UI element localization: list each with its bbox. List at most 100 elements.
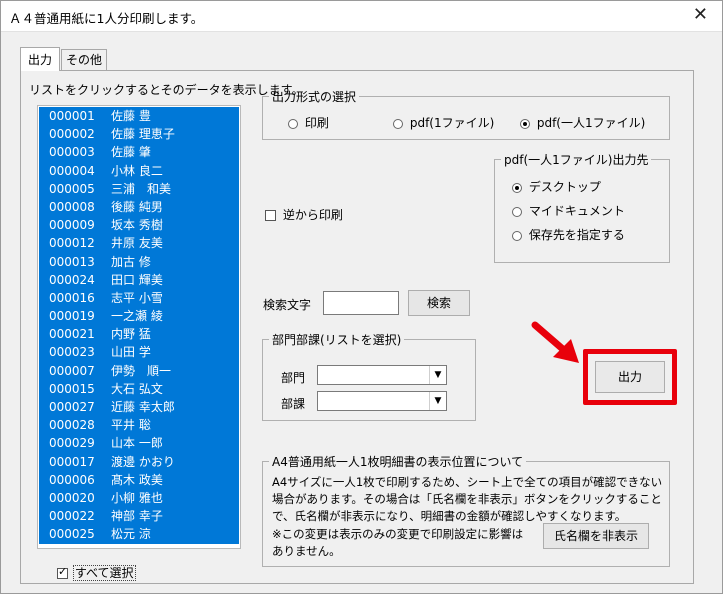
hide-name-column-button[interactable]: 氏名欄を非表示 bbox=[543, 523, 649, 549]
radio-print[interactable]: 印刷 bbox=[288, 114, 329, 131]
window-title: Ａ４普通用紙に1人分印刷します。 bbox=[9, 11, 204, 26]
display-position-note: ※この変更は表示のみの変更で印刷設定に影響はありません。 bbox=[272, 527, 524, 558]
radio-pdf-single-label: pdf(1ファイル) bbox=[409, 116, 495, 130]
employee-code: 000021 bbox=[49, 327, 95, 342]
employee-name: 佐藤 豊 bbox=[111, 109, 151, 123]
chevron-down-icon[interactable]: ▼ bbox=[429, 392, 446, 410]
list-item[interactable]: 000020 小柳 雅也 bbox=[39, 489, 239, 507]
employee-code: 000023 bbox=[49, 345, 95, 360]
employee-code: 000009 bbox=[49, 218, 95, 233]
list-item[interactable]: 000007 伊勢 順一 bbox=[39, 362, 239, 380]
radio-print-button[interactable] bbox=[288, 118, 298, 129]
employee-code: 000017 bbox=[49, 454, 95, 469]
list-item[interactable]: 000027 近藤 幸太郎 bbox=[39, 398, 239, 416]
search-label: 検索文字 bbox=[263, 298, 312, 312]
dept-label: 部門 bbox=[281, 371, 306, 385]
list-item[interactable]: 000004 小林 良二 bbox=[39, 162, 239, 180]
employee-name: 平井 聡 bbox=[111, 418, 151, 433]
list-item[interactable]: 000013 加古 修 bbox=[39, 253, 239, 271]
list-item[interactable]: 000003 佐藤 肇 bbox=[39, 143, 239, 161]
employee-name: 伊勢 順一 bbox=[111, 363, 172, 378]
radio-mydocuments-label: マイドキュメント bbox=[528, 204, 625, 218]
employee-code: 000016 bbox=[49, 290, 95, 305]
employee-code: 000003 bbox=[49, 145, 95, 160]
employee-name: 三浦 和美 bbox=[111, 181, 172, 196]
list-item[interactable]: 000024 田口 輝美 bbox=[39, 271, 239, 289]
section-select[interactable]: ▼ bbox=[317, 391, 447, 411]
list-item[interactable]: 000001 佐藤 豊 bbox=[39, 107, 239, 125]
employee-code: 000019 bbox=[49, 309, 95, 324]
employee-code: 000029 bbox=[49, 436, 95, 451]
list-item[interactable]: 000021 内野 猛 bbox=[39, 325, 239, 343]
radio-desktop-button[interactable] bbox=[512, 182, 522, 193]
radio-desktop[interactable]: デスクトップ bbox=[512, 178, 601, 195]
employee-code: 000006 bbox=[49, 472, 95, 487]
list-item[interactable]: 000015 大石 弘文 bbox=[39, 380, 239, 398]
employee-listbox[interactable]: 000001 佐藤 豊 000002 佐藤 理恵子 000003 佐藤 肇 000004 小林… bbox=[37, 105, 241, 549]
list-item[interactable]: 000016 志平 小雪 bbox=[39, 289, 239, 307]
reverse-print[interactable]: 逆から印刷 bbox=[265, 206, 343, 223]
display-position-legend: A4普通用紙一人1枚明細書の表示位置について bbox=[272, 455, 524, 469]
search-input[interactable] bbox=[323, 291, 399, 315]
employee-name: 神部 幸子 bbox=[111, 509, 163, 524]
employee-name: 近藤 幸太郎 bbox=[111, 400, 175, 414]
employee-code: 000024 bbox=[49, 272, 95, 287]
select-all-checkbox[interactable] bbox=[57, 565, 68, 579]
employee-code: 000015 bbox=[49, 381, 95, 396]
employee-name: 加古 修 bbox=[111, 254, 151, 269]
display-position-text: A4サイズに一人1枚で印刷するため、シート上で全ての項目が確認できない場合があり… bbox=[272, 475, 663, 523]
list-item[interactable]: 000002 佐藤 理恵子 bbox=[39, 125, 239, 143]
close-icon[interactable]: ✕ bbox=[693, 4, 708, 25]
list-item[interactable]: 000023 山田 学 bbox=[39, 343, 239, 361]
radio-pdf-each-label: pdf(一人1ファイル) bbox=[536, 116, 646, 130]
list-item[interactable]: 000019 一之瀬 綾 bbox=[39, 307, 239, 325]
employee-name: 小柳 雅也 bbox=[111, 490, 163, 505]
radio-choose-folder[interactable]: 保存先を指定する bbox=[512, 226, 625, 243]
employee-code: 000022 bbox=[49, 509, 95, 524]
employee-code: 000025 bbox=[49, 527, 95, 542]
radio-mydocuments-button[interactable] bbox=[512, 206, 522, 217]
radio-pdf-each-button[interactable] bbox=[520, 118, 530, 129]
dept-select-value bbox=[318, 368, 321, 382]
chevron-down-icon[interactable]: ▼ bbox=[429, 366, 446, 384]
red-arrow-icon bbox=[531, 321, 579, 363]
employee-name: 松元 涼 bbox=[111, 527, 151, 542]
list-item[interactable]: 000006 髙木 政美 bbox=[39, 471, 239, 489]
list-item[interactable]: 000009 坂本 秀樹 bbox=[39, 216, 239, 234]
list-item[interactable]: 000029 山本 一郎 bbox=[39, 434, 239, 452]
employee-code: 000002 bbox=[49, 127, 95, 142]
employee-name: 坂本 秀樹 bbox=[111, 218, 163, 233]
reverse-print-label: 逆から印刷 bbox=[282, 208, 343, 222]
list-item[interactable]: 000012 井原 友美 bbox=[39, 234, 239, 252]
search-button[interactable]: 検索 bbox=[408, 290, 470, 316]
reverse-print-checkbox[interactable] bbox=[265, 210, 276, 221]
employee-code: 000001 bbox=[49, 109, 95, 123]
dialog-window: Ａ４普通用紙に1人分印刷します。 ✕ 出力 その他 リストをクリックするとそのデ… bbox=[0, 0, 723, 594]
employee-code: 000028 bbox=[49, 418, 95, 433]
tab-other[interactable]: その他 bbox=[61, 49, 107, 70]
employee-name: 一之瀬 綾 bbox=[111, 309, 163, 324]
radio-desktop-label: デスクトップ bbox=[528, 180, 601, 194]
list-item[interactable]: 000022 神部 幸子 bbox=[39, 507, 239, 525]
radio-mydocuments[interactable]: マイドキュメント bbox=[512, 202, 625, 219]
list-item[interactable]: 000028 平井 聡 bbox=[39, 416, 239, 434]
select-all[interactable]: すべて選択 bbox=[57, 564, 136, 581]
employee-code: 000007 bbox=[49, 363, 95, 378]
radio-pdf-each[interactable]: pdf(一人1ファイル) bbox=[520, 114, 645, 131]
dept-select[interactable]: ▼ bbox=[317, 365, 447, 385]
employee-name: 後藤 純男 bbox=[111, 199, 163, 214]
employee-code: 000027 bbox=[49, 400, 95, 414]
radio-pdf-single[interactable]: pdf(1ファイル) bbox=[393, 114, 494, 131]
radio-choose-folder-button[interactable] bbox=[512, 230, 522, 241]
radio-pdf-single-button[interactable] bbox=[393, 118, 403, 129]
list-item[interactable]: 000008 後藤 純男 bbox=[39, 198, 239, 216]
list-item[interactable]: 000005 三浦 和美 bbox=[39, 180, 239, 198]
list-item[interactable]: 000025 松元 涼 bbox=[39, 525, 239, 543]
list-item[interactable]: 000017 渡邊 かおり bbox=[39, 453, 239, 471]
employee-code: 000008 bbox=[49, 199, 95, 214]
employee-code: 000004 bbox=[49, 163, 95, 178]
employee-name: 田口 輝美 bbox=[111, 272, 163, 287]
employee-name: 山本 一郎 bbox=[111, 436, 163, 451]
output-button[interactable]: 出力 bbox=[595, 361, 665, 393]
tab-output[interactable]: 出力 bbox=[20, 47, 60, 71]
